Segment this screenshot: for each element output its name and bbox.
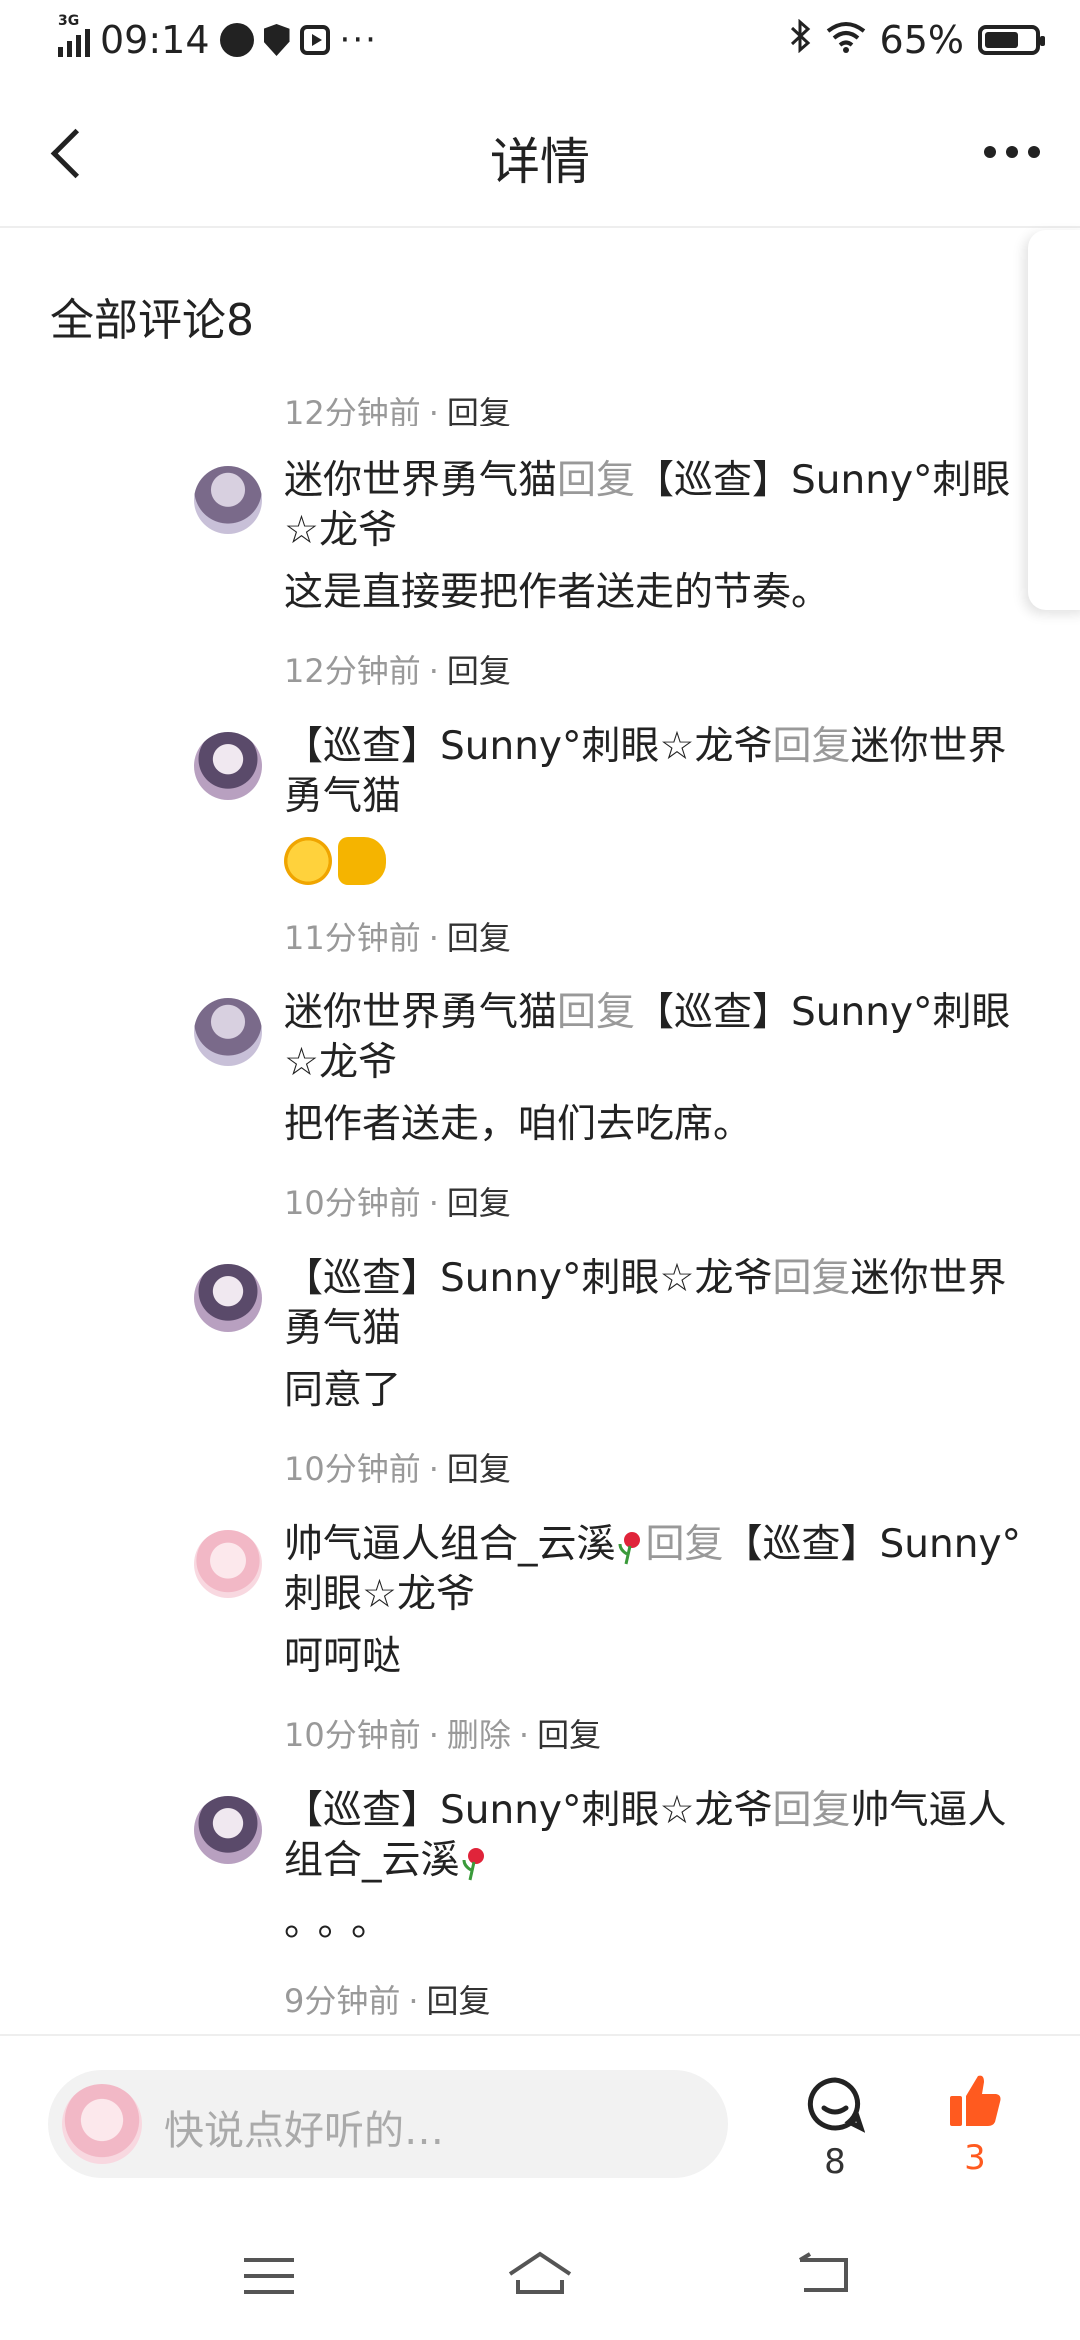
comment-author[interactable]: 帅气逼人组合_云溪 (284, 1522, 616, 1567)
rose-emoji-icon (460, 1845, 490, 1881)
battery-percent: 65% (879, 18, 964, 62)
comment-meta: 10分钟前 · 删除 · 回复 (284, 1716, 602, 1754)
avatar[interactable] (194, 732, 262, 800)
comment-text: 。。。 (284, 1900, 405, 1945)
comment-time: 10分钟前 (284, 1450, 421, 1488)
reply-link[interactable]: 回复 (447, 652, 511, 690)
comment-time: 9分钟前 (284, 1982, 401, 2020)
reply-link[interactable]: 回复 (427, 1982, 491, 2020)
comment-bubble-icon (805, 2077, 866, 2138)
comment-meta: 12分钟前 · 回复 (284, 388, 511, 426)
compass-icon (219, 23, 254, 57)
reply-label: 回复 (557, 990, 636, 1035)
comment-text: 同意了 (284, 1368, 402, 1413)
avatar[interactable] (194, 466, 262, 534)
comment-input-placeholder: 快说点好听的… (164, 2108, 444, 2154)
comment-text (284, 834, 1024, 885)
nav-bar: 详情 (0, 84, 1080, 228)
rose-emoji-icon (616, 1529, 646, 1565)
comment-author[interactable]: 【巡查】Sunny°刺眼☆龙爷 (284, 1788, 772, 1833)
comment-time: 10分钟前 (284, 1184, 421, 1222)
reply-link[interactable]: 回复 (447, 1184, 511, 1222)
comment-author[interactable]: 【巡查】Sunny°刺眼☆龙爷 (284, 1256, 772, 1301)
avatar[interactable] (194, 1264, 262, 1332)
comment-text: 这是直接要把作者送走的节奏。 (284, 570, 831, 615)
delete-link[interactable]: 删除 (447, 1716, 511, 1754)
reply-link[interactable]: 回复 (447, 919, 511, 957)
status-bar: 3G 09:14 ··· 65% (0, 0, 1080, 84)
system-navigation-bar (0, 2218, 1080, 2340)
comment-author[interactable]: 【巡查】Sunny°刺眼☆龙爷 (284, 724, 772, 769)
more-options-icon[interactable] (984, 146, 1040, 158)
thumbs-up-icon (948, 2075, 1002, 2132)
comment-time: 12分钟前 (284, 652, 421, 690)
page-title: 详情 (490, 133, 590, 191)
like-count: 3 (964, 2138, 986, 2178)
reply-link[interactable]: 回复 (447, 1450, 511, 1488)
comment-count: 8 (824, 2142, 846, 2182)
reply-label: 回复 (772, 724, 851, 769)
avatar (62, 2084, 142, 2164)
reply-label: 回复 (772, 1256, 851, 1301)
back-icon[interactable] (796, 2252, 852, 2298)
comment-time: 11分钟前 (284, 918, 421, 957)
comment-meta: 10分钟前 · 回复 (284, 1184, 511, 1222)
status-time: 09:14 (100, 18, 210, 62)
comment-author[interactable]: 迷你世界勇气猫 (284, 458, 557, 503)
comment-meta: 10分钟前 · 回复 (284, 1450, 511, 1488)
comment-time: 12分钟前 (284, 394, 421, 426)
like-button[interactable]: 3 (940, 2072, 1010, 2178)
avatar[interactable] (194, 998, 262, 1066)
comment-time: 10分钟前 (284, 1716, 421, 1754)
cellular-signal-icon: 3G (58, 13, 90, 57)
network-type: 3G (58, 13, 80, 29)
comment-button[interactable]: 8 (800, 2076, 870, 2182)
comment-bar: 快说点好听的… 8 3 (0, 2034, 1080, 2220)
more-notifications-icon: ··· (339, 20, 378, 60)
comment-text: 把作者送走，咱们去吃席。 (284, 1102, 753, 1147)
floating-side-panel[interactable] (1028, 230, 1080, 610)
avatar[interactable] (194, 1530, 262, 1598)
comment-meta: 12分钟前 · 回复 (284, 652, 511, 690)
shield-icon (263, 24, 290, 56)
bluetooth-icon (788, 18, 812, 62)
comment-meta: 9分钟前 · 回复 (284, 1982, 491, 2020)
comments-section-title: 全部评论8 (50, 295, 254, 346)
reply-label: 回复 (772, 1788, 851, 1833)
avatar[interactable] (194, 1796, 262, 1864)
wifi-icon (826, 18, 866, 62)
thumbs-up-emoji-icon (338, 836, 386, 885)
comment-input[interactable]: 快说点好听的… (48, 2070, 728, 2178)
comment-author[interactable]: 迷你世界勇气猫 (284, 990, 557, 1035)
home-icon[interactable] (506, 2250, 574, 2298)
comment-text: 呵呵哒 (284, 1634, 402, 1679)
upside-down-face-emoji-icon (284, 836, 332, 885)
reply-label: 回复 (557, 458, 636, 503)
comment-meta: 11分钟前 · 回复 (284, 918, 511, 957)
media-icon (299, 25, 330, 55)
reply-link[interactable]: 回复 (447, 394, 511, 426)
battery-icon (978, 25, 1045, 55)
reply-link[interactable]: 回复 (537, 1716, 601, 1754)
reply-label: 回复 (645, 1522, 724, 1567)
menu-icon[interactable] (244, 2258, 294, 2306)
